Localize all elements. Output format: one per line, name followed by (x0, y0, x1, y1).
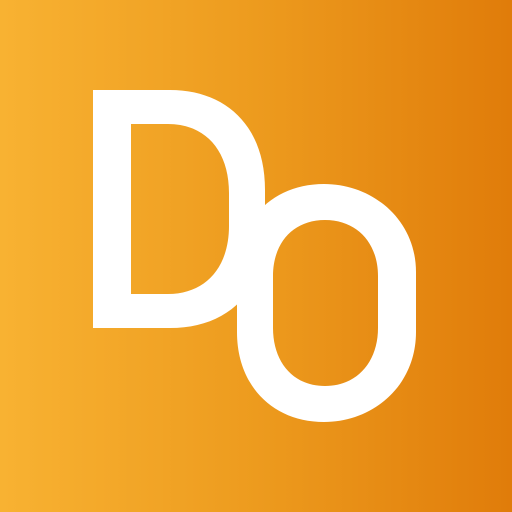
do-logo-icon (93, 90, 416, 422)
app-icon (0, 0, 512, 512)
logo-letter-o (237, 184, 416, 422)
